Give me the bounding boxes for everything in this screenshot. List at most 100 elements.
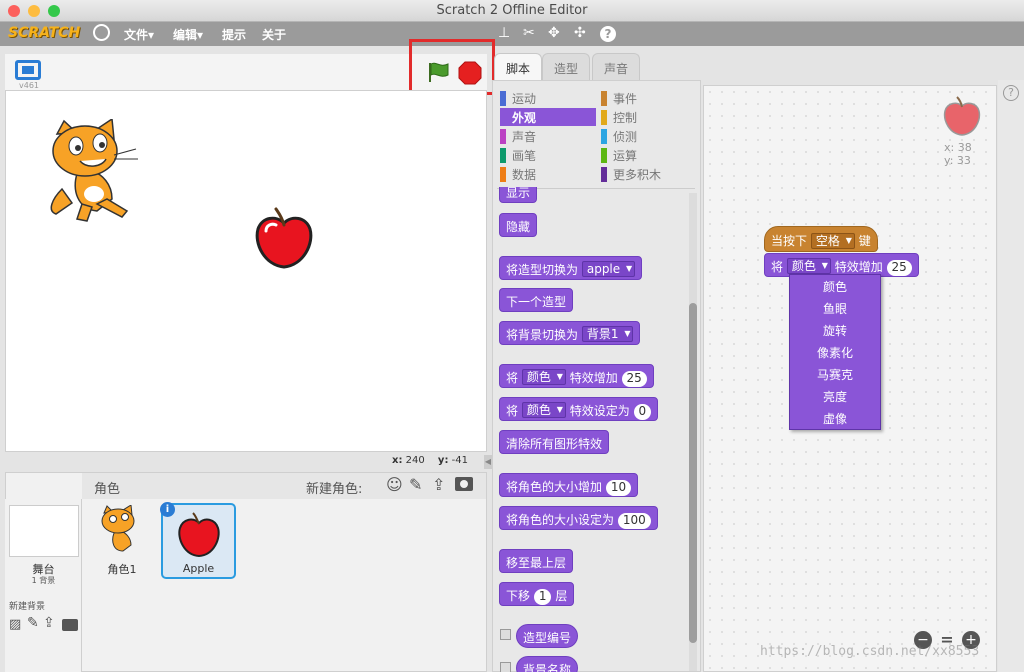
sprites-heading: 角色	[94, 482, 121, 497]
category-motion[interactable]: 运动	[500, 90, 536, 106]
apple-sprite[interactable]	[252, 207, 316, 271]
sprite-panel-header: 角色 新建角色: ☺ ✎ ⇪	[82, 473, 486, 499]
cut-icon[interactable]: ✂	[523, 25, 535, 41]
stage-thumbnail[interactable]	[9, 505, 79, 557]
dropdown-option-brightness[interactable]: 亮度	[790, 388, 880, 405]
category-more-blocks[interactable]: 更多积木	[601, 166, 661, 182]
menu-about[interactable]: 关于	[262, 26, 286, 43]
dropdown-option-ghost[interactable]: 虚像	[790, 410, 880, 427]
backdrop-name-checkbox[interactable]	[500, 662, 511, 672]
upload-backdrop-icon[interactable]: ⇪	[43, 615, 55, 631]
effect-dropdown-menu: 颜色 鱼眼 旋转 像素化 马赛克 亮度 虚像	[789, 274, 881, 430]
sprite-thumb-cat[interactable]: 角色1	[86, 503, 158, 577]
tab-costumes[interactable]: 造型	[542, 53, 590, 81]
block-change-size[interactable]: 将角色的大小增加 10	[499, 473, 639, 497]
costume-number-checkbox[interactable]	[500, 629, 511, 640]
reporter-costume-number[interactable]: 造型编号	[516, 624, 579, 648]
dropdown-option-color[interactable]: 颜色	[790, 278, 880, 295]
dropdown-option-mosaic[interactable]: 马赛克	[790, 366, 880, 383]
camera-icon[interactable]	[455, 477, 473, 491]
effect-dropdown[interactable]: 颜色	[521, 369, 566, 385]
menu-tips[interactable]: 提示	[222, 26, 246, 43]
effect-amount-input[interactable]: 25	[621, 371, 647, 387]
category-data[interactable]: 数据	[500, 166, 536, 182]
category-looks[interactable]: 外观	[500, 108, 596, 126]
block-switch-costume[interactable]: 将造型切换为 apple	[499, 256, 643, 280]
effect-amount-input[interactable]: 25	[886, 260, 912, 276]
category-sensing[interactable]: 侦测	[601, 128, 637, 144]
category-label: 运动	[512, 92, 537, 106]
effect-dropdown-open[interactable]: 颜色	[786, 258, 831, 274]
palette-scrollbar[interactable]	[689, 193, 697, 671]
key-dropdown[interactable]: 空格 ▼	[810, 233, 855, 249]
paint-backdrop-icon[interactable]: ✎	[27, 615, 39, 631]
block-go-back[interactable]: 下移 1 层	[499, 582, 575, 606]
size-value-input[interactable]: 100	[617, 513, 651, 529]
category-pen[interactable]: 画笔	[500, 147, 536, 163]
category-control[interactable]: 控制	[601, 109, 637, 125]
menu-file[interactable]: 文件▾	[124, 26, 154, 43]
effect-dropdown[interactable]: 颜色	[521, 402, 566, 418]
block-text: 特效增加	[834, 260, 883, 274]
grow-icon[interactable]: ✥	[548, 25, 560, 41]
scratch-cat-sprite[interactable]	[42, 119, 142, 223]
block-switch-backdrop[interactable]: 将背景切换为 背景1	[499, 321, 641, 345]
block-go-front[interactable]: 移至最上层	[499, 549, 574, 573]
stamp-icon[interactable]: ⊥	[498, 25, 510, 41]
effect-value-input[interactable]: 0	[633, 404, 652, 420]
info-icon[interactable]: i	[160, 502, 175, 517]
shrink-icon[interactable]: ✣	[574, 25, 586, 41]
hat-block-when-key-pressed[interactable]: 当按下 空格 ▼ 键	[764, 226, 878, 252]
block-change-effect[interactable]: 将 颜色 特效增加 25	[499, 364, 654, 388]
size-amount-input[interactable]: 10	[605, 480, 632, 496]
category-sound[interactable]: 声音	[500, 128, 536, 144]
help-icon[interactable]: ?	[600, 26, 616, 42]
chevron-down-icon: ▼	[845, 236, 852, 245]
collapse-stage-arrow-icon[interactable]: ◀	[484, 455, 492, 469]
category-label: 外观	[512, 111, 537, 125]
block-clear-effects[interactable]: 清除所有图形特效	[499, 430, 610, 454]
block-next-costume[interactable]: 下一个造型	[499, 288, 574, 312]
choose-sprite-library-icon[interactable]: ☺	[386, 475, 403, 494]
title-bar: Scratch 2 Offline Editor	[0, 0, 1024, 22]
block-show[interactable]: 显示	[499, 187, 538, 203]
paint-new-sprite-icon[interactable]: ✎	[409, 475, 422, 494]
version-label: v461	[19, 81, 40, 90]
backdrop-library-icon[interactable]: ▨	[9, 617, 21, 632]
layers-input[interactable]: 1	[533, 589, 552, 605]
language-globe-icon[interactable]	[93, 24, 110, 41]
costume-dropdown[interactable]: apple	[581, 261, 636, 277]
tab-scripts[interactable]: 脚本	[494, 53, 542, 81]
reporter-backdrop-name[interactable]: 背景名称	[516, 656, 579, 672]
sprite-name: 角色1	[107, 563, 137, 576]
category-label: 侦测	[613, 130, 638, 144]
backdrop-dropdown[interactable]: 背景1	[581, 326, 634, 342]
scratch-logo[interactable]: SCRATCH	[8, 25, 80, 41]
category-events[interactable]: 事件	[601, 90, 637, 106]
palette-scroll-thumb[interactable]	[689, 303, 697, 643]
help-icon[interactable]: ?	[1003, 85, 1019, 101]
stage-canvas[interactable]	[5, 90, 487, 452]
block-set-size[interactable]: 将角色的大小设定为 100	[499, 506, 658, 530]
upload-sprite-icon[interactable]: ⇪	[432, 475, 445, 494]
category-label: 事件	[613, 92, 638, 106]
block-text: 将	[506, 371, 519, 385]
window-title: Scratch 2 Offline Editor	[436, 3, 588, 18]
dropdown-option-whirl[interactable]: 旋转	[790, 322, 880, 339]
backdrop-camera-icon[interactable]	[62, 619, 78, 631]
y-label: y:	[437, 455, 449, 466]
current-sprite-apple-icon	[943, 96, 981, 136]
block-set-effect[interactable]: 将 颜色 特效设定为 0	[499, 397, 659, 421]
category-label: 运算	[613, 149, 638, 163]
category-operators[interactable]: 运算	[601, 147, 637, 163]
block-text: 当按下	[771, 234, 808, 248]
fullscreen-icon[interactable]	[15, 60, 41, 80]
dropdown-option-fisheye[interactable]: 鱼眼	[790, 300, 880, 317]
dropdown-option-pixelate[interactable]: 像素化	[790, 344, 880, 361]
block-text: 特效设定为	[569, 404, 630, 418]
block-hide[interactable]: 隐藏	[499, 213, 538, 237]
menu-edit[interactable]: 编辑▾	[173, 26, 203, 43]
backdrop-count: 1 背景	[31, 576, 56, 585]
sprite-thumb-apple[interactable]: i Apple	[160, 502, 236, 579]
tab-sounds[interactable]: 声音	[592, 53, 640, 81]
